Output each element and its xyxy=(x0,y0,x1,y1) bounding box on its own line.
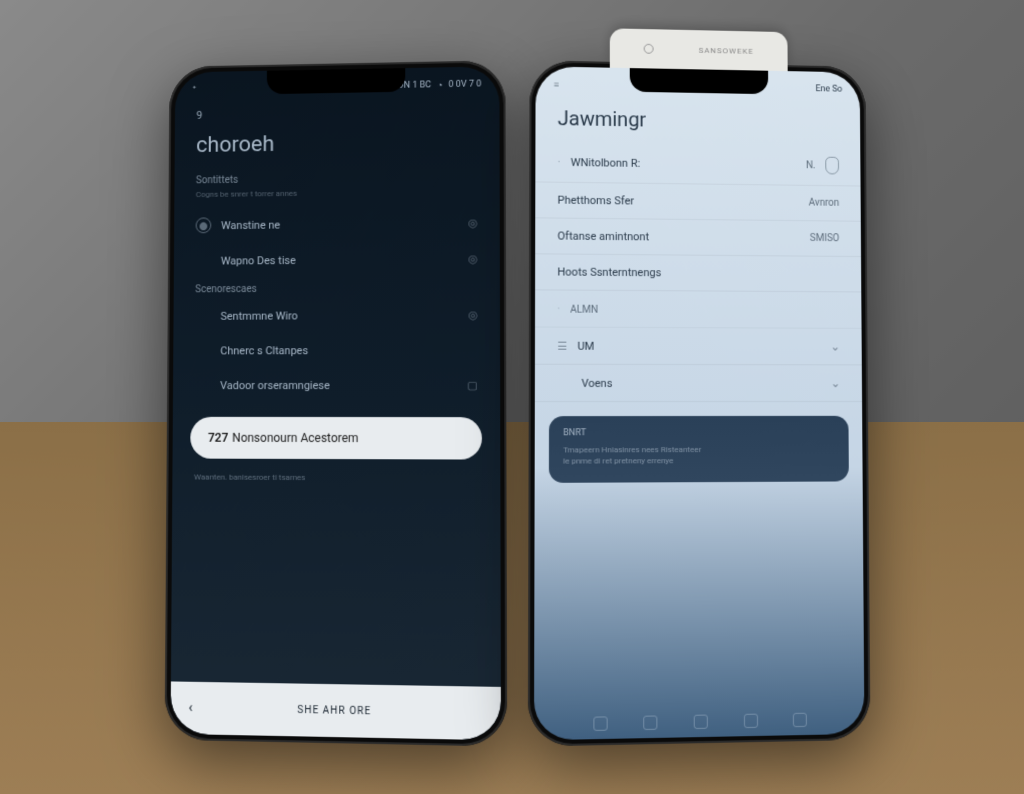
list-item-label: Chnerc s Cltanpes xyxy=(220,344,308,357)
list-item[interactable]: Wapno Des tise ◎ xyxy=(174,241,500,278)
screen-light-app: ≡ Ene So Jawmingr · WNitolbonn R: N. Phe… xyxy=(534,66,864,740)
sensor-dot-icon xyxy=(644,44,654,54)
list-item-dot-icon: · xyxy=(557,305,560,316)
status-text-right: 0 0V 7 0 xyxy=(449,79,482,89)
back-chevron-icon[interactable]: ‹ xyxy=(188,700,192,716)
list-item-dot-icon: · xyxy=(558,155,561,168)
trailing-circle-icon[interactable]: ◎ xyxy=(468,309,478,322)
pill-number: 727 xyxy=(208,431,228,445)
page-title: Jawmingr xyxy=(535,96,860,147)
device-brand-label: SANSOWEKE xyxy=(699,45,754,55)
bullet-icon: ⬤ xyxy=(196,217,212,233)
trailing-square-icon[interactable]: ▢ xyxy=(467,379,478,392)
card-heading: BNRT xyxy=(563,428,835,439)
nav-icon[interactable] xyxy=(593,716,607,731)
list-item-label: UM xyxy=(577,339,594,352)
nav-icon[interactable] xyxy=(744,714,758,728)
section-label-2: Scenorescaes xyxy=(174,276,500,299)
list-item[interactable]: · WNitolbonn R: N. xyxy=(535,142,860,187)
status-signal-icon: ⁺ xyxy=(193,85,197,95)
bottom-action-bar[interactable]: ‹ SHE AHR ORE xyxy=(171,681,501,740)
card-text-line: le pnme di ret pretneny errenye xyxy=(563,455,835,467)
info-card[interactable]: BNRT Tmapeern Hniasinres nees Risteantee… xyxy=(549,416,849,483)
nav-icon[interactable] xyxy=(644,715,658,730)
list-item-value: SMISO xyxy=(810,233,840,244)
list-item[interactable]: Hoots Ssnterntnengs xyxy=(535,254,861,292)
nav-icon[interactable] xyxy=(793,713,807,727)
bottom-bar-label: SHE AHR ORE xyxy=(297,704,371,717)
phone-notch xyxy=(267,68,405,94)
list-item-label: WNitolbonn R: xyxy=(571,156,641,170)
summary-pill[interactable]: 727 Nonsonourn Acestorem xyxy=(190,417,482,460)
list-item[interactable]: Sentmmne Wiro ◎ xyxy=(173,297,500,333)
list-item-label: Oftanse amintnont xyxy=(557,230,649,244)
chevron-down-icon[interactable]: ⌄ xyxy=(830,376,840,390)
section-label: ALMN xyxy=(570,305,598,316)
list-item-value: N. xyxy=(806,160,816,171)
status-menu-icon[interactable]: ≡ xyxy=(554,79,559,90)
chevron-down-icon[interactable]: ⌄ xyxy=(830,340,840,354)
list-item[interactable]: ⬤ Wanstine ne ◎ xyxy=(174,203,500,244)
bottom-nav xyxy=(534,712,864,732)
list-item-label: Wanstine ne xyxy=(221,218,280,231)
list-item-label: Voens xyxy=(581,376,612,389)
list-item[interactable]: Vadoor orseramngiese ▢ xyxy=(173,368,500,403)
list-item[interactable]: Chnerc s Cltanpes xyxy=(173,333,500,369)
footer-note: Waanten. banisesroer ti tsarnes xyxy=(172,464,500,491)
card-text-line: Tmapeern Hniasinres nees Risteanteer xyxy=(563,444,835,456)
list-item-label: Sentmmne Wiro xyxy=(221,309,298,322)
nav-icon[interactable] xyxy=(694,715,708,730)
phone-device-left: ⁺ WN DN 1 BC ◔ 0 0V 7 0 9 choroeh Sontit… xyxy=(165,60,508,746)
stack-icon: ☰ xyxy=(557,339,567,352)
status-text-right: Ene So xyxy=(815,84,842,94)
phone-notch xyxy=(630,68,768,94)
list-item-label: Wapno Des tise xyxy=(221,254,296,267)
list-item[interactable]: Voens ⌄ xyxy=(535,365,862,402)
list-item-label: Hoots Ssnterntnengs xyxy=(557,265,661,279)
list-item[interactable]: Phetthoms Sfer Avnron xyxy=(535,182,861,221)
desk-surface xyxy=(0,422,1024,793)
header-badge: 9 xyxy=(175,96,500,128)
section-header: · ALMN xyxy=(535,290,862,329)
pill-label: Nonsonourn Acestorem xyxy=(232,431,358,445)
list-item-value: Avnron xyxy=(809,198,840,209)
device-top-cap: SANSOWEKE xyxy=(610,28,788,71)
phone-device-right: SANSOWEKE ≡ Ene So Jawmingr · WNitolbonn… xyxy=(528,60,871,746)
list-item[interactable]: Oftanse amintnont SMISO xyxy=(535,218,861,257)
list-item-label: Vadoor orseramngiese xyxy=(220,379,330,392)
list-item-label: Phetthoms Sfer xyxy=(557,194,634,208)
list-item[interactable]: ☰ UM ⌄ xyxy=(535,328,862,366)
screen-dark-app: ⁺ WN DN 1 BC ◔ 0 0V 7 0 9 choroeh Sontit… xyxy=(171,66,501,740)
status-clock-icon: ◔ xyxy=(437,80,442,91)
trailing-gear-icon[interactable]: ◎ xyxy=(468,216,478,229)
bell-icon[interactable] xyxy=(825,157,839,175)
trailing-circle-icon[interactable]: ◎ xyxy=(468,253,478,266)
page-title: choroeh xyxy=(175,123,500,170)
